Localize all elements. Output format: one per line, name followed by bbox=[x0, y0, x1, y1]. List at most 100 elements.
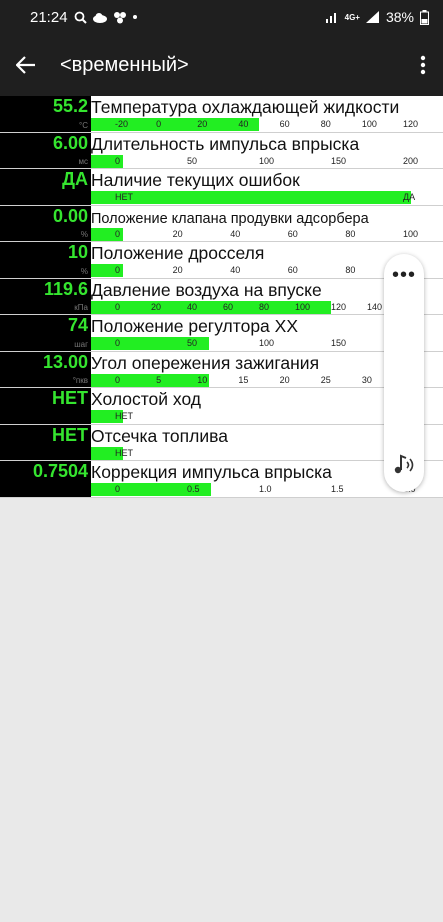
parameter-row[interactable]: 6.00 мс Длительность импульса впрыска 0 50 10… bbox=[0, 132, 443, 169]
parameter-label: Положение клапана продувки адсорбера bbox=[91, 210, 369, 227]
tick-label: 20 bbox=[279, 374, 290, 385]
parameter-list[interactable]: 55.2 °C Температура охлаждающей жидкости -2… bbox=[0, 96, 443, 498]
overflow-menu-button[interactable] bbox=[403, 34, 443, 96]
parameter-row[interactable]: 13.00 °пкв Угол опережения зажигания 0 5 10 15… bbox=[0, 351, 443, 388]
value-box: 119.6 кПа bbox=[0, 278, 91, 314]
parameter-row[interactable]: НЕТ Отсечка топлива НЕТ bbox=[0, 424, 443, 461]
tick-label: 10 bbox=[197, 374, 208, 385]
parameter-unit: шаг bbox=[74, 339, 88, 349]
parameter-unit: % bbox=[80, 266, 88, 276]
scale-ticks: НЕТ ДА bbox=[91, 191, 443, 205]
parameter-label: Длительность импульса впрыска bbox=[91, 133, 360, 154]
tick-label: 120 bbox=[403, 119, 419, 129]
parameter-row[interactable]: 74шагПоложение регултора ХХ050100150200 bbox=[0, 315, 443, 352]
parameter-label: Отсечка топлива bbox=[91, 425, 228, 446]
tick-label: 0 bbox=[115, 155, 121, 166]
status-bar: 21:24 4G+ 38% bbox=[0, 0, 443, 34]
tick-label: НЕТ bbox=[115, 192, 133, 202]
value-box: НЕТ bbox=[0, 388, 91, 424]
back-button[interactable] bbox=[0, 34, 52, 96]
value-box: 74 шаг bbox=[0, 315, 91, 351]
parameter-row[interactable]: 0.00% Положение клапана продувки адсорбер… bbox=[0, 205, 443, 242]
parameter-row[interactable]: 0.7504 Коррекция импульса впрыска 0 0.5 1.0 1… bbox=[0, 461, 443, 498]
tick-label: 40 bbox=[238, 119, 249, 129]
tick-label: 140 bbox=[367, 301, 383, 312]
signal-strength-icon bbox=[365, 11, 379, 23]
parameter-row[interactable]: 10%Положение дросселя020406080100 bbox=[0, 242, 443, 279]
parameter-label: Положение регултора ХХ bbox=[91, 316, 298, 336]
app-icon bbox=[113, 11, 126, 23]
floating-toolbar[interactable]: ••• bbox=[384, 254, 424, 492]
parameter-label: Давление воздуха на впуске bbox=[91, 279, 322, 300]
tick-label: 60 bbox=[279, 119, 290, 129]
tick-label: 100 bbox=[259, 155, 275, 166]
tick-label: НЕТ bbox=[115, 447, 133, 458]
tick-label: 150 bbox=[331, 338, 347, 348]
signal-icon bbox=[325, 13, 336, 23]
scale-ticks: 0 50 100 150 200 bbox=[91, 155, 443, 169]
tick-label: 100 bbox=[295, 301, 311, 312]
tick-label: 20 bbox=[172, 265, 183, 275]
parameter-unit: °пкв bbox=[72, 376, 88, 385]
page-title: <временный> bbox=[60, 53, 189, 76]
battery-level: 38% bbox=[385, 9, 414, 25]
tick-label: 100 bbox=[259, 338, 275, 348]
value-box: 55.2 °C bbox=[0, 96, 91, 132]
dot-icon bbox=[132, 15, 137, 19]
tick-label: 80 bbox=[320, 119, 331, 129]
parameter-value: 55.2 bbox=[52, 96, 88, 116]
parameter-unit: кПа bbox=[74, 303, 88, 312]
parameter-row[interactable]: 119.6 кПа Давление воздуха на впуске 0 20 40 6… bbox=[0, 278, 443, 315]
value-box: 0.00% bbox=[0, 205, 91, 241]
parameter-value: НЕТ bbox=[52, 388, 88, 408]
tick-label: -20 bbox=[115, 119, 129, 129]
parameter-unit: % bbox=[80, 230, 88, 239]
parameter-value: 13.00 bbox=[42, 351, 88, 372]
parameter-row[interactable]: НЕТ Холостой ход НЕТ bbox=[0, 388, 443, 425]
tick-label: 50 bbox=[187, 338, 198, 348]
parameter-unit: мс bbox=[78, 157, 89, 166]
parameter-label: Наличие текущих ошибок bbox=[91, 170, 300, 190]
more-horiz-icon[interactable]: ••• bbox=[384, 264, 424, 287]
parameter-label: Температура охлаждающей жидкости bbox=[91, 97, 400, 117]
tick-label: 0 bbox=[115, 228, 121, 239]
parameter-value: 0.7504 bbox=[32, 461, 88, 481]
cloud-icon bbox=[92, 12, 107, 23]
tick-label: 60 bbox=[287, 265, 298, 275]
tick-label: 200 bbox=[403, 155, 419, 166]
value-box: 6.00 мс bbox=[0, 132, 91, 168]
parameter-value: 10 bbox=[67, 242, 88, 262]
tick-label: 25 bbox=[320, 374, 331, 385]
tick-label: 20 bbox=[197, 119, 208, 129]
network-type: 4G+ bbox=[344, 12, 360, 22]
tick-label: 40 bbox=[230, 265, 241, 275]
parameter-unit: °C bbox=[79, 120, 88, 130]
tick-label: 40 bbox=[187, 301, 198, 312]
tick-label: 60 bbox=[287, 228, 298, 239]
more-vert-icon bbox=[420, 55, 426, 75]
status-time: 21:24 bbox=[30, 8, 68, 26]
value-box: 0.7504 bbox=[0, 461, 91, 497]
parameter-value: 74 bbox=[67, 315, 88, 335]
tick-label: 20 bbox=[172, 228, 183, 239]
search-icon bbox=[74, 11, 87, 24]
tick-label: 120 bbox=[331, 301, 347, 312]
tick-label: 0 bbox=[115, 374, 121, 385]
parameter-value: 6.00 bbox=[52, 132, 88, 153]
parameter-value: НЕТ bbox=[52, 424, 88, 445]
parameter-value: ДА bbox=[62, 169, 88, 189]
tick-label: 60 bbox=[223, 301, 234, 312]
tick-label: 15 bbox=[238, 374, 249, 385]
value-box: НЕТ bbox=[0, 424, 91, 460]
notification-icons bbox=[74, 11, 138, 24]
tick-label: 0 bbox=[156, 119, 162, 129]
tick-label: 150 bbox=[331, 155, 347, 166]
tick-label: 0 bbox=[115, 338, 121, 348]
value-box: 13.00 °пкв bbox=[0, 351, 91, 387]
parameter-row[interactable]: 55.2 °C Температура охлаждающей жидкости -2… bbox=[0, 96, 443, 133]
tick-label: 0 bbox=[115, 265, 121, 275]
tick-label: 0 bbox=[115, 484, 121, 494]
parameter-row[interactable]: ДА Наличие текущих ошибок НЕТ ДА bbox=[0, 169, 443, 206]
audio-note-icon[interactable] bbox=[390, 450, 418, 478]
value-box: ДА bbox=[0, 169, 91, 205]
